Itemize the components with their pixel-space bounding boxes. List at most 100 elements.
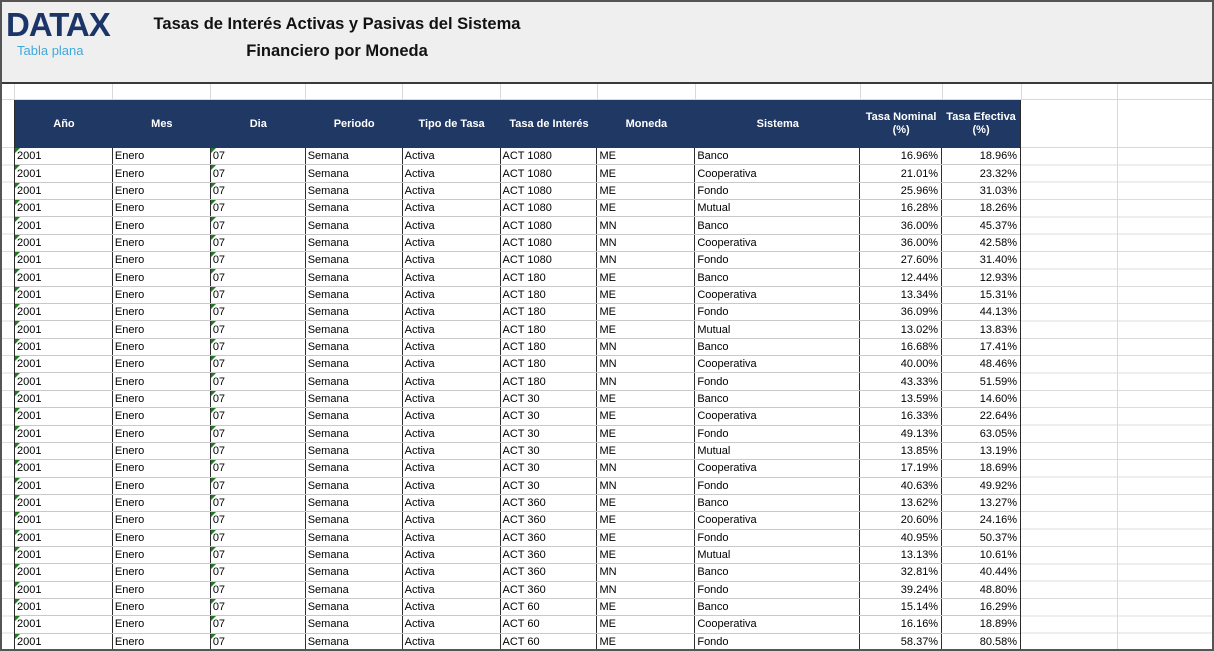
cell-mes[interactable]: Enero (113, 165, 211, 182)
cell-tasa-efectiva[interactable]: 14.60% (942, 391, 1020, 407)
cell-dia[interactable]: 07 (210, 252, 306, 269)
cell-tasa-nominal[interactable]: 13.13% (860, 546, 943, 564)
cell-mes[interactable]: Enero (113, 182, 211, 200)
cell-mes[interactable]: Enero (113, 494, 211, 512)
cell-sistema[interactable]: Cooperativa (695, 165, 861, 182)
cell-periodo[interactable]: Semana (306, 217, 403, 234)
cell-mes[interactable]: Enero (113, 234, 211, 252)
cell-tipo-de-tasa[interactable]: Activa (403, 408, 501, 425)
cell-sistema[interactable]: Fondo (695, 633, 861, 649)
cell-tasa-de-interes[interactable]: ACT 180 (501, 373, 598, 390)
cell-dia[interactable]: 07 (210, 512, 306, 529)
cell-sistema[interactable]: Banco (695, 338, 861, 356)
cell-moneda[interactable]: ME (597, 512, 696, 529)
cell-tasa-efectiva[interactable]: 18.96% (942, 148, 1020, 164)
cell-periodo[interactable]: Semana (306, 373, 403, 390)
cell-tasa-de-interes[interactable]: ACT 60 (501, 616, 598, 633)
cell-moneda[interactable]: ME (597, 425, 696, 442)
cell-tasa-efectiva[interactable]: 48.80% (942, 582, 1020, 598)
column-header-sistema[interactable]: Sistema (695, 100, 860, 148)
cell-tasa-de-interes[interactable]: ACT 30 (501, 442, 598, 460)
cell-periodo[interactable]: Semana (306, 165, 403, 182)
cell-dia[interactable]: 07 (210, 286, 306, 304)
cell-tasa-de-interes[interactable]: ACT 1080 (501, 217, 598, 234)
cell-tasa-de-interes[interactable]: ACT 1080 (501, 252, 598, 269)
cell-tasa-nominal[interactable]: 13.02% (860, 321, 943, 338)
cell-sistema[interactable]: Cooperativa (695, 460, 861, 477)
cell-periodo[interactable]: Semana (306, 390, 403, 408)
cell-sistema[interactable]: Banco (695, 148, 861, 165)
cell-anio[interactable]: 2001 (15, 408, 113, 425)
cell-tipo-de-tasa[interactable]: Activa (403, 338, 501, 356)
cell-anio[interactable]: 2001 (15, 598, 113, 616)
cell-tasa-nominal[interactable]: 15.14% (860, 598, 943, 616)
cell-tasa-nominal[interactable]: 40.63% (860, 477, 943, 494)
cell-mes[interactable]: Enero (113, 425, 211, 442)
cell-tasa-de-interes[interactable]: ACT 30 (501, 460, 598, 477)
cell-moneda[interactable]: MN (597, 217, 696, 234)
cell-dia[interactable]: 07 (210, 616, 306, 633)
cell-tasa-nominal[interactable]: 13.34% (860, 286, 943, 304)
cell-tasa-de-interes[interactable]: ACT 30 (501, 408, 598, 425)
cell-mes[interactable]: Enero (113, 529, 211, 546)
cell-dia[interactable]: 07 (210, 581, 306, 598)
cell-dia[interactable]: 07 (210, 564, 306, 581)
cell-tasa-de-interes[interactable]: ACT 180 (501, 286, 598, 304)
cell-sistema[interactable]: Mutual (695, 321, 861, 338)
cell-anio[interactable]: 2001 (15, 494, 113, 512)
cell-tasa-de-interes[interactable]: ACT 180 (501, 338, 598, 356)
cell-tipo-de-tasa[interactable]: Activa (403, 598, 501, 616)
column-header-dia[interactable]: Dia (211, 100, 306, 148)
cell-tasa-de-interes[interactable]: ACT 1080 (501, 234, 598, 252)
cell-tipo-de-tasa[interactable]: Activa (403, 373, 501, 390)
cell-tasa-efectiva[interactable]: 50.37% (942, 530, 1020, 546)
cell-tasa-efectiva[interactable]: 42.58% (942, 235, 1020, 251)
cell-tipo-de-tasa[interactable]: Activa (403, 633, 501, 649)
cell-moneda[interactable]: MN (597, 564, 696, 581)
cell-dia[interactable]: 07 (210, 148, 306, 165)
cell-tipo-de-tasa[interactable]: Activa (403, 356, 501, 373)
cell-tipo-de-tasa[interactable]: Activa (403, 477, 501, 494)
cell-tipo-de-tasa[interactable]: Activa (403, 390, 501, 408)
cell-tasa-nominal[interactable]: 21.01% (860, 165, 943, 182)
cell-tasa-efectiva[interactable]: 63.05% (942, 426, 1020, 442)
cell-sistema[interactable]: Banco (695, 269, 861, 286)
cell-anio[interactable]: 2001 (15, 304, 113, 321)
cell-moneda[interactable]: ME (597, 494, 696, 512)
cell-mes[interactable]: Enero (113, 148, 211, 165)
cell-tasa-nominal[interactable]: 40.00% (860, 356, 943, 373)
cell-mes[interactable]: Enero (113, 373, 211, 390)
cell-tasa-nominal[interactable]: 32.81% (860, 564, 943, 581)
cell-tasa-efectiva[interactable]: 22.64% (942, 408, 1020, 424)
cell-anio[interactable]: 2001 (15, 425, 113, 442)
cell-moneda[interactable]: ME (597, 321, 696, 338)
cell-anio[interactable]: 2001 (15, 546, 113, 564)
cell-tasa-efectiva[interactable]: 49.92% (942, 478, 1020, 494)
cell-tasa-de-interes[interactable]: ACT 360 (501, 494, 598, 512)
cell-mes[interactable]: Enero (113, 460, 211, 477)
cell-sistema[interactable]: Banco (695, 390, 861, 408)
cell-tasa-de-interes[interactable]: ACT 180 (501, 269, 598, 286)
cell-tipo-de-tasa[interactable]: Activa (403, 581, 501, 598)
cell-tasa-de-interes[interactable]: ACT 180 (501, 321, 598, 338)
cell-sistema[interactable]: Fondo (695, 373, 861, 390)
cell-dia[interactable]: 07 (210, 529, 306, 546)
cell-anio[interactable]: 2001 (15, 200, 113, 217)
cell-mes[interactable]: Enero (113, 200, 211, 217)
cell-tipo-de-tasa[interactable]: Activa (403, 512, 501, 529)
cell-moneda[interactable]: MN (597, 356, 696, 373)
cell-sistema[interactable]: Fondo (695, 252, 861, 269)
cell-tasa-de-interes[interactable]: ACT 1080 (501, 148, 598, 165)
cell-moneda[interactable]: ME (597, 304, 696, 321)
cell-tasa-efectiva[interactable]: 18.69% (942, 460, 1020, 476)
cell-tasa-efectiva[interactable]: 13.19% (942, 443, 1020, 459)
cell-anio[interactable]: 2001 (15, 390, 113, 408)
cell-tipo-de-tasa[interactable]: Activa (403, 217, 501, 234)
cell-tasa-efectiva[interactable]: 45.37% (942, 217, 1020, 233)
cell-mes[interactable]: Enero (113, 512, 211, 529)
cell-tasa-nominal[interactable]: 20.60% (860, 512, 943, 529)
cell-tasa-efectiva[interactable]: 31.40% (942, 252, 1020, 268)
cell-mes[interactable]: Enero (113, 477, 211, 494)
cell-periodo[interactable]: Semana (306, 460, 403, 477)
cell-periodo[interactable]: Semana (306, 269, 403, 286)
